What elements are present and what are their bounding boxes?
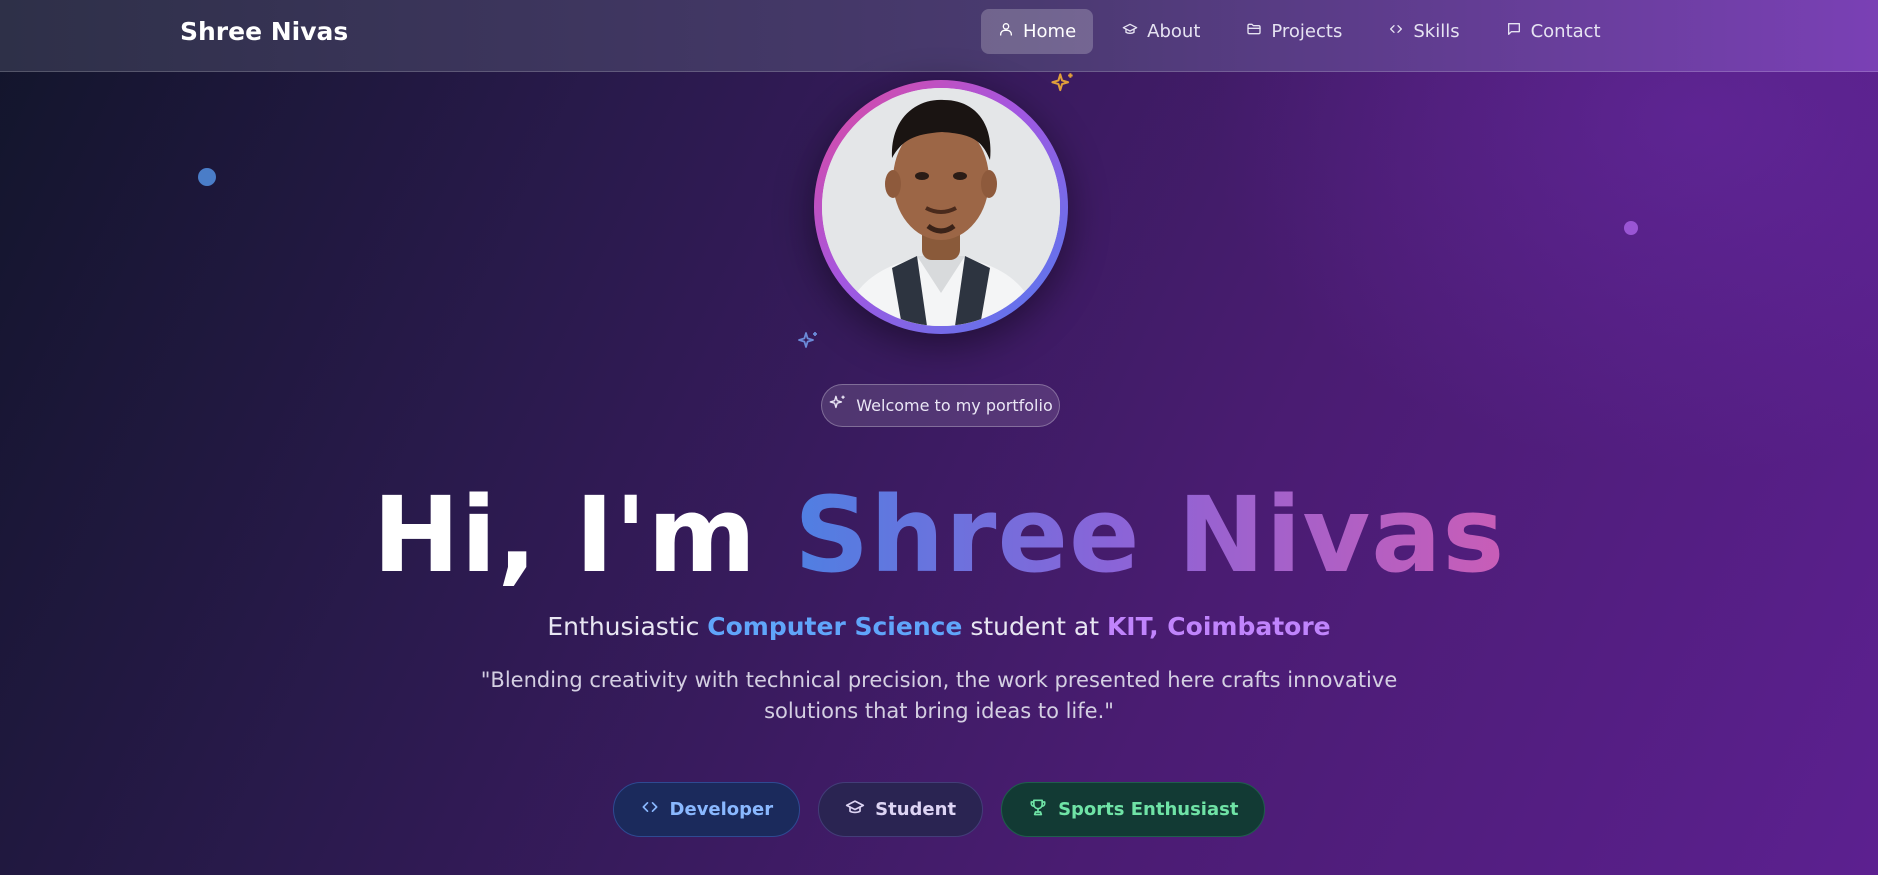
brand-logo[interactable]: Shree Nivas <box>180 17 348 46</box>
sparkle-icon <box>1049 71 1076 98</box>
hero-title-name: Shree Nivas <box>794 474 1506 596</box>
graduation-cap-icon <box>845 797 865 822</box>
role-tags: Developer Student Sports Enthusiast <box>0 782 1878 837</box>
hero-title: Hi, I'm Shree Nivas <box>0 470 1878 600</box>
message-icon <box>1506 21 1522 42</box>
trophy-icon <box>1028 797 1048 822</box>
decorative-dot <box>198 168 216 186</box>
user-icon <box>998 21 1014 42</box>
code-icon <box>1388 21 1404 42</box>
tag-sports-enthusiast[interactable]: Sports Enthusiast <box>1001 782 1266 837</box>
profile-photo-frame <box>814 80 1068 334</box>
hero-title-prefix: Hi, I'm <box>372 474 795 596</box>
nav-item-label: Home <box>1023 21 1077 42</box>
nav-item-label: Projects <box>1271 21 1343 42</box>
sparkle-icon <box>828 394 847 417</box>
nav-item-projects[interactable]: Projects <box>1229 9 1359 54</box>
tag-label: Student <box>875 799 957 820</box>
nav-item-contact[interactable]: Contact <box>1489 9 1618 54</box>
sparkle-icon <box>796 330 820 354</box>
nav-item-home[interactable]: Home <box>981 9 1094 54</box>
nav-item-label: Skills <box>1413 21 1460 42</box>
nav-item-label: About <box>1147 21 1201 42</box>
main-nav: Home About Projects Skills Contact <box>981 9 1630 54</box>
nav-item-skills[interactable]: Skills <box>1371 9 1476 54</box>
graduation-cap-icon <box>1122 21 1138 42</box>
nav-item-about[interactable]: About <box>1105 9 1217 54</box>
hero-quote: "Blending creativity with technical prec… <box>480 668 1398 723</box>
tag-label: Developer <box>669 799 774 820</box>
hero-subtitle: Enthusiastic Computer Science student at… <box>0 612 1878 641</box>
subtitle-highlight-college: KIT, Coimbatore <box>1106 612 1331 641</box>
navbar: Shree Nivas Home About Projects Skills C… <box>0 0 1878 72</box>
welcome-badge: Welcome to my portfolio <box>821 384 1060 427</box>
subtitle-text: student at <box>962 612 1107 641</box>
subtitle-highlight-major: Computer Science <box>707 612 963 641</box>
folder-icon <box>1246 21 1262 42</box>
tag-label: Sports Enthusiast <box>1058 799 1239 820</box>
decorative-dot <box>1624 221 1638 235</box>
code-icon <box>640 797 660 822</box>
nav-item-label: Contact <box>1530 21 1601 42</box>
tag-student[interactable]: Student <box>818 782 984 837</box>
welcome-text: Welcome to my portfolio <box>856 396 1053 415</box>
tag-developer[interactable]: Developer <box>612 782 801 837</box>
subtitle-text: Enthusiastic <box>547 612 708 641</box>
avatar <box>822 88 1060 326</box>
